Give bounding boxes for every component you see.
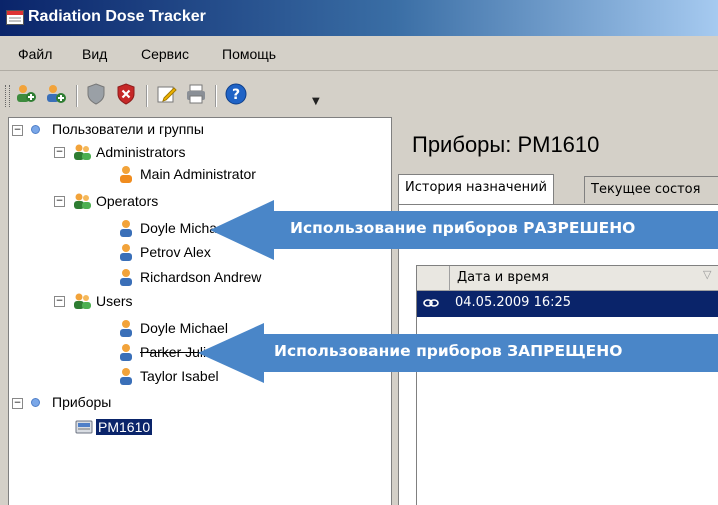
collapse-devices-toggle[interactable]: − — [12, 398, 23, 409]
toolbar-separator — [215, 85, 217, 107]
user-icon — [120, 320, 132, 337]
column-header-datetime[interactable]: Дата и время — [457, 270, 549, 285]
user-icon — [120, 244, 132, 261]
annotation-denied: Использование приборов ЗАПРЕЩЕНО — [274, 342, 623, 360]
tree-node-operators[interactable]: Operators — [96, 191, 158, 211]
selected-label: PM1610 — [96, 419, 153, 435]
add-user-icon[interactable] — [14, 82, 38, 106]
window-title: Radiation Dose Tracker — [28, 8, 206, 25]
edit-icon[interactable] — [155, 82, 179, 106]
toolbar-overflow-icon[interactable]: ▼ — [312, 96, 320, 107]
history-grid: Дата и время ▽ 04.05.2009 16:25 — [416, 265, 718, 505]
collapse-users-toggle[interactable]: − — [12, 125, 23, 136]
menu-bar: Файл Вид Сервис Помощь — [0, 36, 718, 71]
link-icon — [423, 299, 439, 307]
bullet-icon — [31, 125, 40, 134]
toolbar-separator — [76, 85, 78, 107]
bullet-icon — [31, 398, 40, 407]
shield-icon[interactable] — [84, 82, 108, 106]
add-group-icon[interactable] — [44, 82, 68, 106]
shield-delete-icon[interactable] — [114, 82, 138, 106]
title-bar: Radiation Dose Tracker — [0, 0, 718, 36]
user-icon — [120, 344, 132, 361]
print-icon[interactable] — [184, 82, 208, 106]
group-icon — [74, 144, 91, 160]
tab-current-state[interactable]: Текущее состоя — [584, 176, 718, 203]
device-icon — [75, 420, 93, 434]
user-icon — [120, 368, 132, 385]
menu-help[interactable]: Помощь — [222, 46, 276, 62]
grid-header: Дата и время ▽ — [417, 266, 718, 291]
svg-text:?: ? — [232, 87, 240, 103]
collapse-users-group-toggle[interactable]: − — [54, 296, 65, 307]
tree-node-operator-petrov[interactable]: Petrov Alex — [140, 242, 211, 262]
page-title: Приборы: PM1610 — [412, 132, 600, 157]
tree-node-users[interactable]: Users — [96, 291, 133, 311]
cell-datetime: 04.05.2009 16:25 — [455, 295, 572, 310]
user-icon — [120, 166, 132, 183]
tree-node-device-pm1610[interactable]: PM1610 — [96, 417, 153, 437]
tree-node-main-administrator[interactable]: Main Administrator — [140, 164, 256, 184]
menu-view[interactable]: Вид — [82, 46, 107, 62]
grid-corner — [417, 266, 450, 290]
menu-file[interactable]: Файл — [18, 46, 52, 62]
tree-node-operator-richardson[interactable]: Richardson Andrew — [140, 267, 261, 287]
tree-node-users-groups[interactable]: Пользователи и группы — [52, 119, 204, 139]
group-icon — [74, 293, 91, 309]
group-icon — [74, 193, 91, 209]
collapse-operators-toggle[interactable]: − — [54, 196, 65, 207]
table-row[interactable]: 04.05.2009 16:25 — [417, 291, 718, 317]
user-icon — [120, 220, 132, 237]
user-icon — [120, 269, 132, 286]
annotation-allowed: Использование приборов РАЗРЕШЕНО — [290, 219, 636, 237]
toolbar-grip[interactable] — [5, 85, 10, 107]
tree-node-administrators[interactable]: Administrators — [96, 142, 185, 162]
app-icon — [6, 10, 24, 25]
toolbar: ? ▼ — [0, 71, 718, 117]
menu-service[interactable]: Сервис — [141, 46, 189, 62]
help-icon[interactable]: ? — [224, 82, 248, 106]
filter-icon[interactable]: ▽ — [703, 268, 711, 281]
toolbar-separator — [146, 85, 148, 107]
app-window: Radiation Dose Tracker Файл Вид Сервис П… — [0, 0, 718, 505]
collapse-admins-toggle[interactable]: − — [54, 147, 65, 158]
tree-node-devices[interactable]: Приборы — [52, 392, 111, 412]
